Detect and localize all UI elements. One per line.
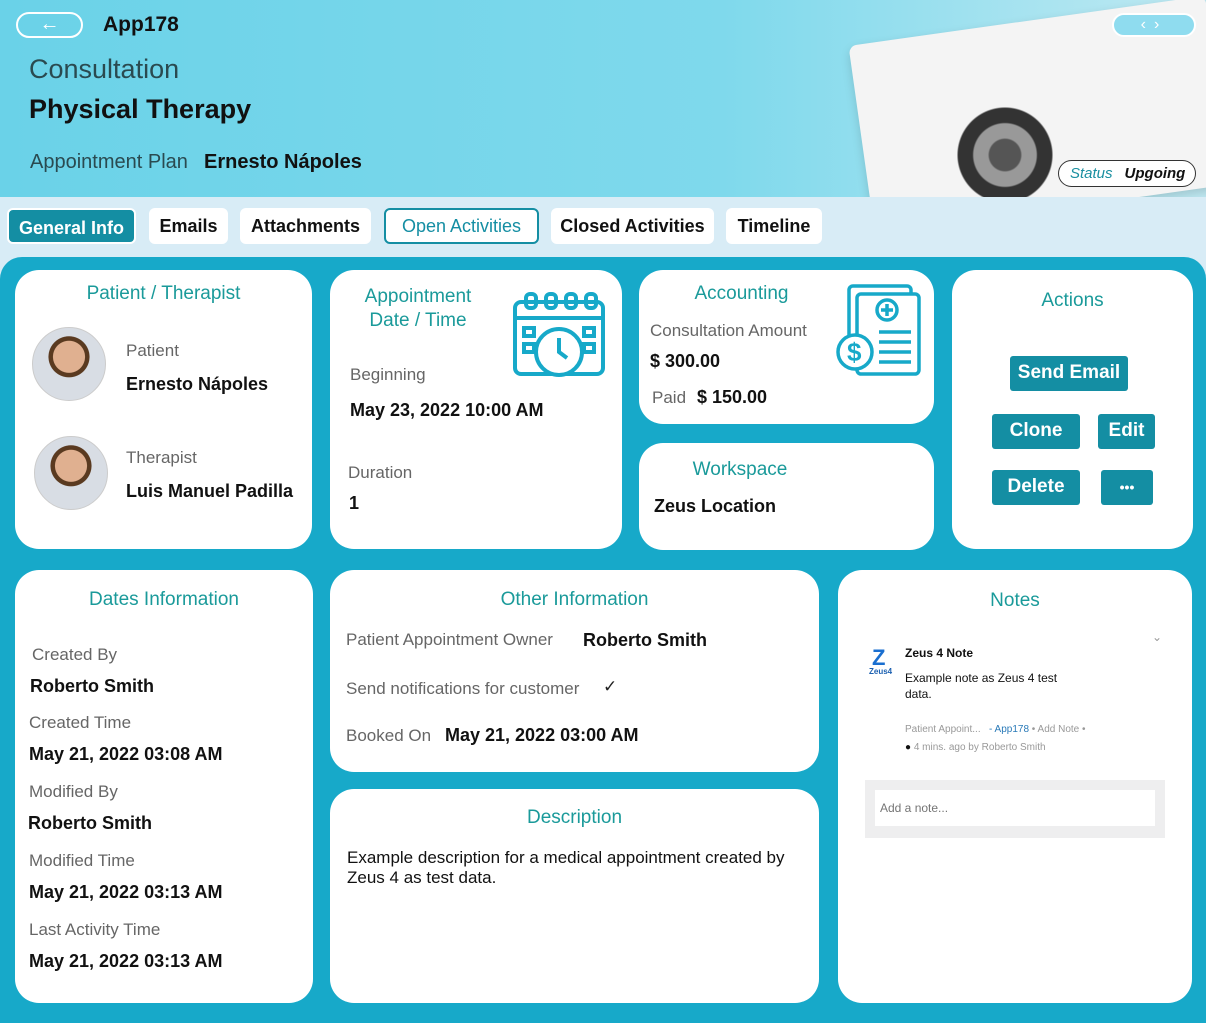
paid-value: $ 150.00 — [697, 387, 768, 407]
workspace-card: Workspace Zeus Location — [639, 443, 934, 550]
last-activity-label: Last Activity Time — [29, 920, 161, 939]
patient-avatar — [32, 327, 106, 401]
tab-closed-activities[interactable]: Closed Activities — [551, 208, 714, 244]
description-card: Description Example description for a me… — [330, 789, 819, 1003]
other-info-card: Other Information Patient Appointment Ow… — [330, 570, 819, 772]
created-time-label: Created Time — [29, 713, 132, 732]
card-title: Actions — [1041, 290, 1104, 311]
edit-button[interactable]: Edit — [1098, 414, 1155, 449]
separator: • — [1031, 724, 1036, 735]
card-title: Dates Information — [89, 589, 239, 610]
owner-label: Patient Appointment Owner — [346, 630, 553, 649]
app-id: App178 — [103, 13, 179, 36]
booked-label: Booked On — [346, 726, 432, 745]
note-meta: Patient Appoint... - App178 • Add Note • — [905, 724, 1086, 735]
record-type: Consultation — [29, 54, 180, 84]
send-email-button[interactable]: Send Email — [1010, 356, 1128, 391]
chevron-down-icon[interactable]: ⌄ — [1152, 630, 1162, 644]
card-title: Accounting — [694, 283, 789, 304]
modified-by-label: Modified By — [29, 782, 118, 801]
note-title: Zeus 4 Note — [905, 646, 974, 660]
description-text: Example description for a medical appoin… — [347, 848, 785, 887]
card-title: Workspace — [692, 459, 788, 480]
page-title: Physical Therapy — [29, 94, 252, 124]
separator: • — [1082, 724, 1086, 735]
header-banner: ← App178 Consultation Physical Therapy A… — [0, 0, 1206, 197]
tab-open-activities[interactable]: Open Activities — [384, 208, 539, 244]
svg-text:$: $ — [847, 337, 862, 367]
tab-timeline[interactable]: Timeline — [726, 208, 822, 244]
status-label: Status — [1070, 165, 1113, 182]
card-title: Other Information — [500, 589, 649, 610]
created-by-label: Created By — [32, 645, 118, 664]
accounting-card: Accounting $ Consultation Amount $ 300.0… — [639, 270, 934, 424]
beginning-label: Beginning — [350, 365, 426, 384]
note-time-row: ● 4 mins. ago by Roberto Smith — [905, 742, 1046, 753]
zeus4-logo-text: Zeus4 — [869, 667, 893, 676]
owner-value[interactable]: Roberto Smith — [583, 630, 707, 651]
status-value: Upgoing — [1124, 165, 1186, 182]
card-title: Description — [526, 807, 623, 828]
actions-card: Actions Send Email Clone Edit Delete ••• — [952, 270, 1193, 549]
calendar-clock-icon — [513, 292, 605, 377]
delete-button[interactable]: Delete — [992, 470, 1080, 505]
tab-general-info[interactable]: General Info — [7, 208, 136, 244]
therapist-label: Therapist — [126, 448, 197, 467]
patient-label: Patient — [126, 341, 179, 360]
patient-name[interactable]: Ernesto Nápoles — [126, 374, 268, 395]
card-title: Notes — [990, 590, 1040, 611]
therapist-name[interactable]: Luis Manuel Padilla — [126, 481, 293, 502]
last-activity-value: May 21, 2022 03:13 AM — [29, 951, 223, 971]
tab-emails[interactable]: Emails — [149, 208, 228, 244]
prev-next-nav[interactable]: ‹› — [1112, 13, 1196, 37]
invoice-dollar-icon: $ — [836, 284, 921, 376]
modified-time-value: May 21, 2022 03:13 AM — [29, 882, 223, 902]
duration-label: Duration — [348, 463, 413, 482]
dates-card: Dates Information Created By Roberto Smi… — [15, 570, 313, 1003]
card-title: Patient / Therapist — [86, 283, 241, 304]
plan-value: Ernesto Nápoles — [204, 151, 362, 173]
patient-therapist-card: Patient / Therapist Patient Ernesto Nápo… — [15, 270, 312, 549]
tab-attachments[interactable]: Attachments — [240, 208, 371, 244]
booked-value: May 21, 2022 03:00 AM — [445, 725, 639, 745]
note-record-link[interactable]: - App178 — [989, 724, 1029, 735]
status-badge: Status Upgoing — [1058, 160, 1196, 187]
notify-label: Send notifications for customer — [346, 679, 580, 698]
notes-card: Notes ⌄ Z Zeus4 Zeus 4 Note Example note… — [838, 570, 1192, 1003]
note-module: Patient Appoint... — [905, 724, 981, 735]
back-button[interactable]: ← — [16, 12, 83, 38]
clock-icon: ● — [905, 742, 912, 753]
add-note-area — [865, 780, 1165, 838]
duration-value: 1 — [349, 493, 360, 513]
beginning-value: May 23, 2022 10:00 AM — [350, 400, 544, 420]
amount-label: Consultation Amount — [650, 321, 807, 340]
workspace-value: Zeus Location — [654, 496, 777, 516]
created-by-value: Roberto Smith — [30, 676, 154, 696]
note-author: Roberto Smith — [981, 742, 1046, 753]
modified-time-label: Modified Time — [29, 851, 135, 870]
note-action: Add Note — [1037, 724, 1080, 735]
note-time: 4 mins. ago by — [913, 742, 979, 753]
clone-button[interactable]: Clone — [992, 414, 1080, 449]
note-body: Example note as Zeus 4 test data. — [905, 671, 1058, 701]
card-title: Appointment Date / Time — [364, 286, 472, 331]
paid-label: Paid — [652, 388, 687, 407]
plan-label: Appointment Plan — [30, 151, 188, 173]
add-note-input[interactable] — [875, 790, 1155, 826]
appointment-card: Appointment Date / Time Beginning May 23… — [330, 270, 622, 549]
zeus4-logo-icon: Z — [872, 645, 886, 670]
modified-by-value: Roberto Smith — [28, 813, 152, 833]
amount-value: $ 300.00 — [650, 351, 721, 371]
therapist-avatar — [34, 436, 108, 510]
check-icon: ✓ — [603, 677, 618, 696]
more-options-button[interactable]: ••• — [1101, 470, 1153, 505]
created-time-value: May 21, 2022 03:08 AM — [29, 744, 223, 764]
